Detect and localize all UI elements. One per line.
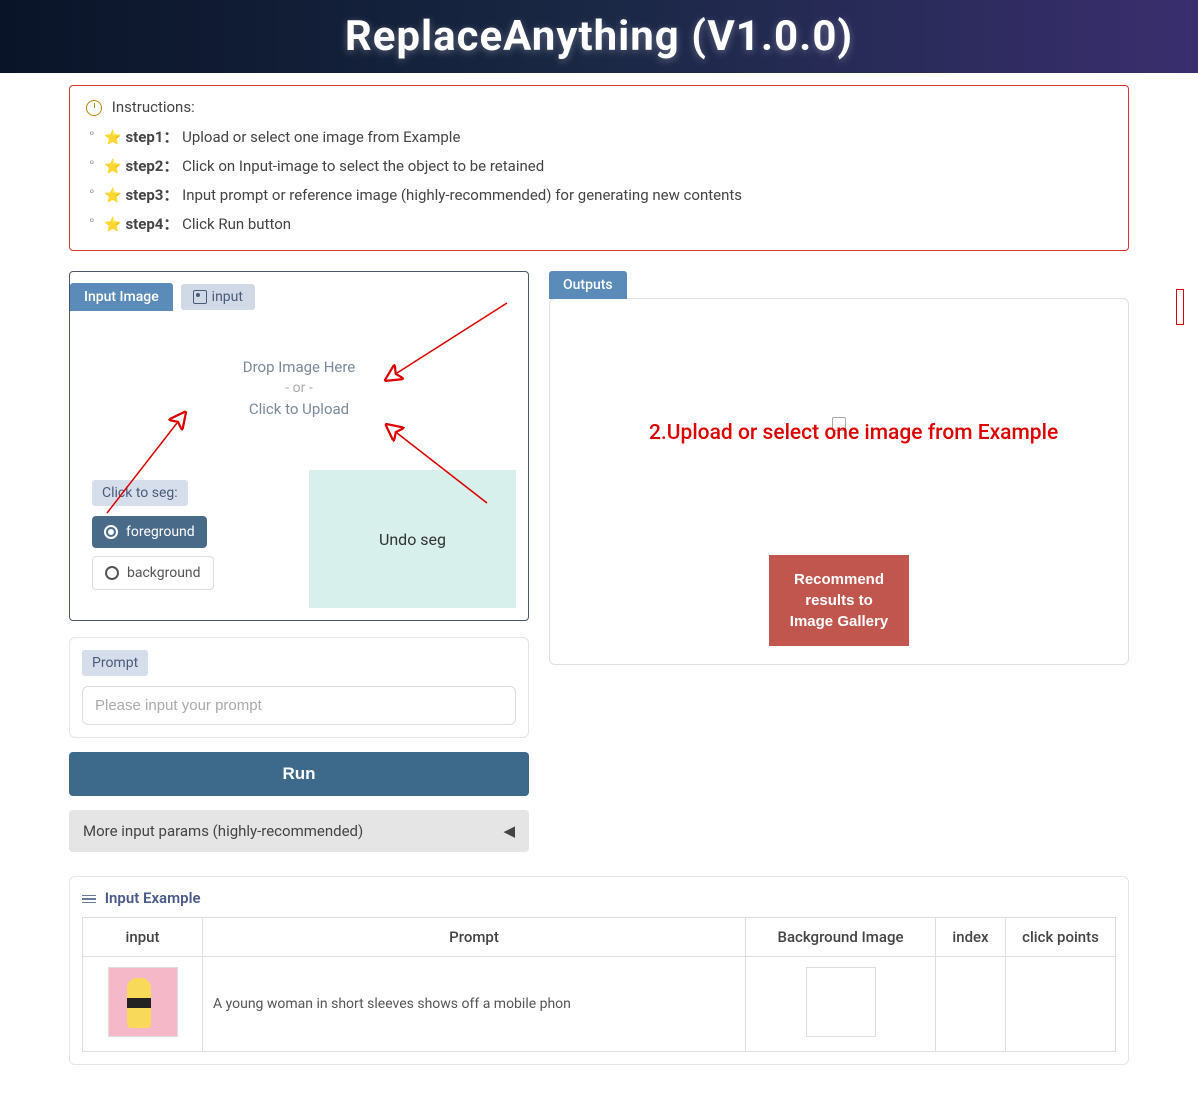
foreground-radio[interactable]: foreground — [92, 516, 207, 548]
input-image-panel: Input Image input Drop Image Here - or -… — [69, 271, 529, 621]
star-icon: ⭐ — [104, 130, 121, 146]
input-image-label: Input Image — [70, 283, 173, 311]
col-bg-image: Background Image — [746, 918, 936, 957]
app-header: ReplaceAnything (V1.0.0) — [0, 0, 1198, 73]
col-input: input — [83, 918, 203, 957]
star-icon: ⭐ — [104, 159, 121, 175]
recommend-button[interactable]: Recommend results to Image Gallery — [769, 555, 909, 646]
example-table: input Prompt Background Image index clic… — [82, 917, 1116, 1052]
col-prompt: Prompt — [203, 918, 746, 957]
more-params-accordion[interactable]: More input params (highly-recommended) ◀ — [69, 810, 529, 852]
drop-or: - or - — [92, 380, 506, 396]
click-upload-text: Click to Upload — [92, 400, 506, 418]
cell-click-points — [1006, 957, 1116, 1052]
seg-label: Click to seg: — [92, 480, 188, 506]
prompt-panel: Prompt — [69, 637, 529, 738]
table-row[interactable]: A young woman in short sleeves shows off… — [83, 957, 1116, 1052]
radio-dot-icon — [105, 566, 119, 580]
outputs-panel: Recommend results to Image Gallery — [549, 298, 1129, 665]
input-example-section: Input Example input Prompt Background Im… — [69, 876, 1129, 1065]
annotation-text: 2.Upload or select one image from Exampl… — [649, 421, 1058, 445]
prompt-tag: Prompt — [82, 650, 148, 676]
list-icon — [82, 893, 96, 906]
cell-input-thumb — [83, 957, 203, 1052]
accordion-arrow-icon: ◀ — [503, 822, 515, 840]
background-radio[interactable]: background — [92, 556, 214, 590]
bg-thumbnail-blank — [806, 967, 876, 1037]
table-header-row: input Prompt Background Image index clic… — [83, 918, 1116, 957]
radio-dot-icon — [104, 525, 118, 539]
cell-bg-thumb — [746, 957, 936, 1052]
outputs-label: Outputs — [549, 271, 627, 299]
undo-seg-button[interactable]: Undo seg — [309, 470, 516, 608]
app-title: ReplaceAnything (V1.0.0) — [0, 12, 1198, 61]
image-dropzone[interactable]: Drop Image Here - or - Click to Upload — [82, 318, 516, 458]
run-button[interactable]: Run — [69, 752, 529, 796]
star-icon: ⭐ — [104, 217, 121, 233]
example-thumbnail — [108, 967, 178, 1037]
annotation-box — [1176, 289, 1184, 325]
prompt-input[interactable] — [82, 686, 516, 725]
instruction-step-3: ⭐step3： Input prompt or reference image … — [104, 180, 1112, 209]
drop-text: Drop Image Here — [92, 358, 506, 376]
clock-icon — [86, 100, 102, 116]
instruction-step-4: ⭐step4： Click Run button — [104, 209, 1112, 238]
input-tag: input — [181, 284, 255, 310]
col-click-points: click points — [1006, 918, 1116, 957]
image-icon — [193, 290, 207, 304]
instruction-step-2: ⭐step2： Click on Input-image to select t… — [104, 151, 1112, 180]
cell-index — [936, 957, 1006, 1052]
instruction-step-1: ⭐step1： Upload or select one image from … — [104, 122, 1112, 151]
seg-controls: Click to seg: foreground background — [82, 470, 309, 608]
instructions-title: Instructions: — [86, 98, 1112, 116]
star-icon: ⭐ — [104, 188, 121, 204]
col-index: index — [936, 918, 1006, 957]
cell-prompt: A young woman in short sleeves shows off… — [203, 957, 746, 1052]
instructions-panel: Instructions: ⭐step1： Upload or select o… — [69, 85, 1129, 251]
input-example-title: Input Example — [82, 889, 1116, 907]
